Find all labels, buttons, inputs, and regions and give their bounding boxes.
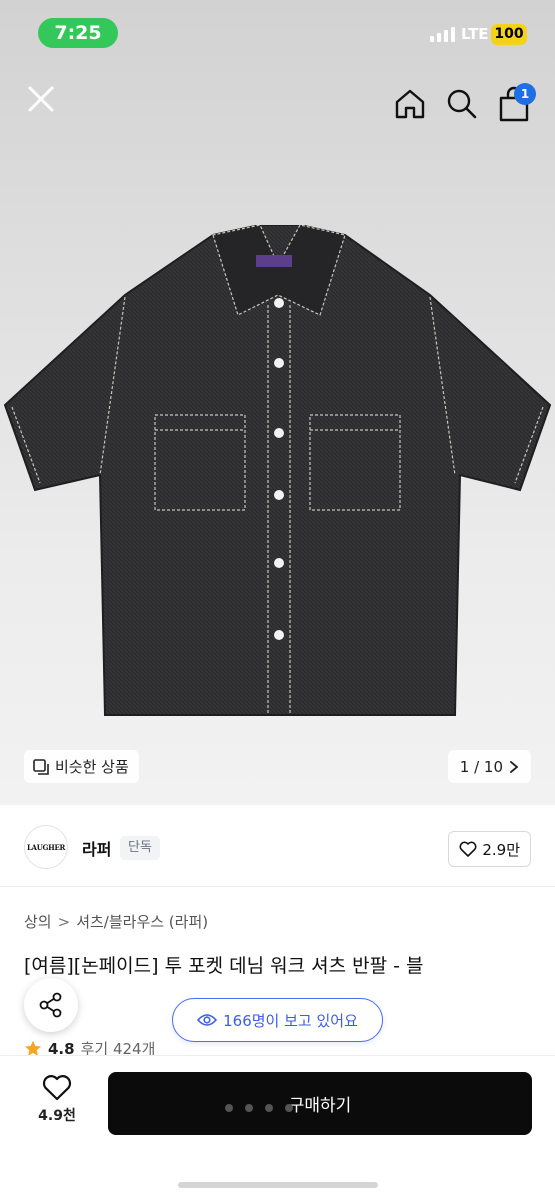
home-icon <box>395 89 425 119</box>
home-indicator <box>178 1182 378 1188</box>
live-viewers-text: 166명이 보고 있어요 <box>223 1011 358 1030</box>
signal-icon <box>430 27 455 42</box>
share-button[interactable] <box>24 978 78 1032</box>
buy-button-label: 구매하기 <box>288 1096 352 1116</box>
breadcrumb-category[interactable]: 상의 <box>24 911 52 932</box>
brand-name[interactable]: 라퍼 <box>82 836 111 860</box>
brand-logo-text: LAUGHER <box>26 842 66 852</box>
image-counter-button[interactable]: 1 / 10 <box>447 750 531 783</box>
wishlist-button[interactable]: 4.9천 <box>28 1074 86 1125</box>
buy-button[interactable]: 구매하기 <box>108 1072 532 1135</box>
similar-products-button[interactable]: 비슷한 상품 <box>24 750 139 783</box>
battery-indicator: 100 <box>491 24 527 45</box>
bottom-action-bar: 4.9천 구매하기 <box>0 1055 555 1200</box>
share-icon <box>39 992 62 1018</box>
loading-dots <box>225 1104 293 1112</box>
cart-count-badge: 1 <box>514 83 536 105</box>
heart-icon <box>459 841 477 857</box>
image-counter: 1 / 10 <box>459 757 503 776</box>
status-time: 7:25 <box>38 18 118 48</box>
product-image-area: 7:25 LTE 100 1 비슷한 상품 1 / 10 <box>0 0 555 805</box>
product-photo[interactable] <box>0 225 555 720</box>
search-button[interactable] <box>442 84 482 124</box>
brand-like-count: 2.9만 <box>482 840 520 859</box>
brand-row: LAUGHER 라퍼 단독 2.9만 <box>0 805 555 887</box>
close-button[interactable] <box>22 80 60 118</box>
close-icon <box>28 86 54 112</box>
wishlist-count: 4.9천 <box>38 1108 76 1124</box>
brand-logo[interactable]: LAUGHER <box>24 825 68 869</box>
similar-products-label: 비슷한 상품 <box>55 758 129 776</box>
home-button[interactable] <box>390 84 430 124</box>
breadcrumb-subcategory[interactable]: 셔츠/블라우스 (라퍼) <box>76 911 208 932</box>
breadcrumb: 상의 > 셔츠/블라우스 (라퍼) <box>24 911 208 932</box>
similar-icon <box>33 758 49 775</box>
breadcrumb-separator: > <box>57 912 71 931</box>
exclusive-tag: 단독 <box>120 836 160 860</box>
chevron-right-icon <box>510 760 519 773</box>
eye-icon <box>197 1014 218 1026</box>
live-viewers-pill: 166명이 보고 있어요 <box>172 998 383 1042</box>
status-bar: 7:25 LTE 100 <box>0 0 555 66</box>
heart-icon <box>42 1075 72 1101</box>
search-icon <box>447 89 477 119</box>
brand-like-button[interactable]: 2.9만 <box>448 831 531 867</box>
network-label: LTE <box>461 25 489 43</box>
cart-button[interactable]: 1 <box>494 82 536 124</box>
